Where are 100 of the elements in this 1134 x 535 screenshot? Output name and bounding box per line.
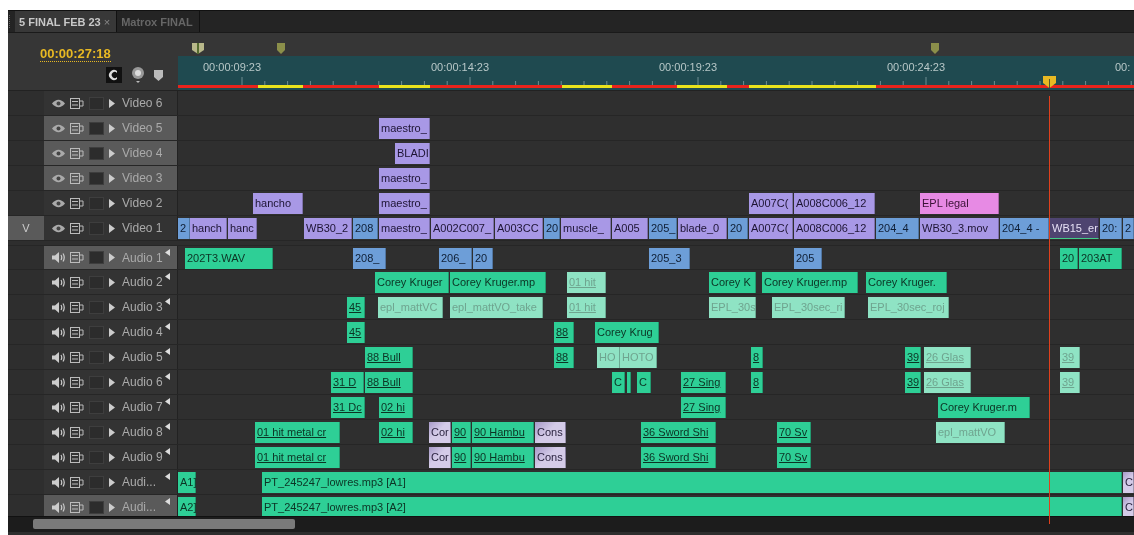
timeline-clip[interactable]: 88 Bull [365,372,413,393]
timeline-clip[interactable]: 20 [544,218,560,239]
eye-icon[interactable] [52,198,65,208]
speaker-icon[interactable] [52,276,65,288]
speaker-icon[interactable] [52,326,65,338]
timeline-clip[interactable]: PT_245247_lowres.mp3 [A1] [262,472,1122,493]
sync-icon[interactable] [70,501,84,513]
timeline-clip[interactable]: WB30_3.mov [920,218,999,239]
timeline-clip[interactable]: blade_0 [678,218,727,239]
toggle-box[interactable] [89,121,104,135]
sync-icon[interactable] [70,222,84,234]
timeline-clip[interactable]: 8 [751,347,763,368]
sync-icon[interactable] [70,97,84,109]
eye-icon[interactable] [52,148,65,158]
timeline-clip[interactable]: 8 [751,372,763,393]
timeline-clip[interactable]: A2] [178,497,196,516]
timeline-clip[interactable]: 90 [452,422,471,443]
timeline-clip[interactable]: 90 [452,447,471,468]
timeline-clip[interactable]: A008C006_12 [794,218,875,239]
timeline-clip[interactable]: 20 [473,248,493,269]
timeline-clip[interactable]: Corey Kruger.mp [762,272,858,293]
timeline-clip[interactable]: Cons [535,447,566,468]
horizontal-scrollbar[interactable] [8,516,1134,532]
sync-icon[interactable] [70,276,84,288]
timeline-clip[interactable]: Corey Kruger.m [938,397,1030,418]
expand-triangle-icon[interactable] [109,477,115,487]
track-header[interactable]: Video 6 [44,91,178,115]
timeline-clip[interactable]: 45 [347,322,365,343]
expand-triangle-icon[interactable] [109,198,115,208]
speaker-icon[interactable] [52,301,65,313]
timeline-clip[interactable]: 204_4 [876,218,919,239]
timeline-clip[interactable]: 20 [728,218,748,239]
speaker-icon[interactable] [52,501,65,513]
timeline-clip[interactable]: 39 [905,372,921,393]
expand-triangle-icon[interactable] [109,148,115,158]
expand-triangle-icon[interactable] [109,98,115,108]
sync-icon[interactable] [70,172,84,184]
expand-triangle-icon[interactable] [109,302,115,312]
toggle-box[interactable] [89,171,104,185]
timeline-clip[interactable]: 20 [1060,248,1078,269]
keyframe-icon[interactable] [165,348,170,355]
timeline-clip[interactable]: 20: [1100,218,1122,239]
speaker-icon[interactable] [52,451,65,463]
timeline-clip[interactable]: PT_245247_lowres.mp3 [A2] [262,497,1122,516]
keyframe-icon[interactable] [165,398,170,405]
speaker-icon[interactable] [52,351,65,363]
timeline-clip[interactable]: Corey Kruger [375,272,449,293]
toggle-box[interactable] [89,500,104,514]
track-header[interactable]: Video 2 [44,191,178,215]
timeline-clip[interactable]: hancho [253,193,303,214]
expand-triangle-icon[interactable] [109,173,115,183]
timeline-clip[interactable]: 01 hit metal cr [255,447,340,468]
timeline-clip[interactable]: 2 [1123,218,1134,239]
timeline-clip[interactable]: maestro_ [379,218,430,239]
keyframe-icon[interactable] [165,323,170,330]
expand-triangle-icon[interactable] [109,223,115,233]
expand-triangle-icon[interactable] [109,327,115,337]
expand-triangle-icon[interactable] [109,377,115,387]
timeline-clip[interactable]: C [637,372,651,393]
timeline-clip[interactable]: Cor [429,447,451,468]
timeline-clip[interactable]: 205_ [649,218,677,239]
timeline-clip[interactable]: WB15_er [1050,218,1099,239]
timeline-clip[interactable]: EPL legal [920,193,999,214]
keyframe-icon[interactable] [165,249,170,256]
keyframe-icon[interactable] [165,373,170,380]
keyframe-icon[interactable] [165,423,170,430]
speaker-icon[interactable] [52,252,65,263]
track-header[interactable]: Audio 6 [44,370,178,394]
expand-triangle-icon[interactable] [109,427,115,437]
timeline-clip[interactable] [627,372,631,393]
timeline-clip[interactable]: muscle_ [561,218,611,239]
sync-icon[interactable] [70,252,84,263]
eye-icon[interactable] [52,98,65,108]
track-header[interactable]: Audio 5 [44,345,178,369]
timeline-clip[interactable]: Cor [429,422,451,443]
toggle-box[interactable] [89,146,104,160]
timeline-clip[interactable]: A007C( [749,193,793,214]
track-header[interactable]: Audio 9 [44,445,178,469]
timeline-clip[interactable]: 88 Bull [365,347,413,368]
sync-icon[interactable] [70,426,84,438]
snap-icon[interactable] [106,67,122,83]
timeline-clip[interactable]: 88 [554,347,574,368]
timeline-clip[interactable]: 90 Hambu [472,447,534,468]
timeline-clip[interactable]: Corey Krug [595,322,659,343]
sync-icon[interactable] [70,122,84,134]
track-header[interactable]: Audio 8 [44,420,178,444]
timeline-clip[interactable]: A1] [178,472,196,493]
timeline-clip[interactable]: Corey Kruger.mp [450,272,546,293]
toggle-box[interactable] [89,251,104,264]
timeline-clip[interactable]: C [612,372,625,393]
timeline-clip[interactable]: 31 D [331,372,364,393]
scrollbar-thumb[interactable] [33,519,295,529]
timeline-clip[interactable]: 2 [178,218,190,239]
timeline-clip[interactable]: 02 hi [379,397,413,418]
sync-icon[interactable] [70,376,84,388]
keyframe-icon[interactable] [165,498,170,505]
timeline-clip[interactable]: A008C006_12 [794,193,875,214]
timeline-clip[interactable]: Corey Kruger. [866,272,947,293]
speaker-icon[interactable] [52,376,65,388]
marker-icon[interactable] [931,43,939,54]
